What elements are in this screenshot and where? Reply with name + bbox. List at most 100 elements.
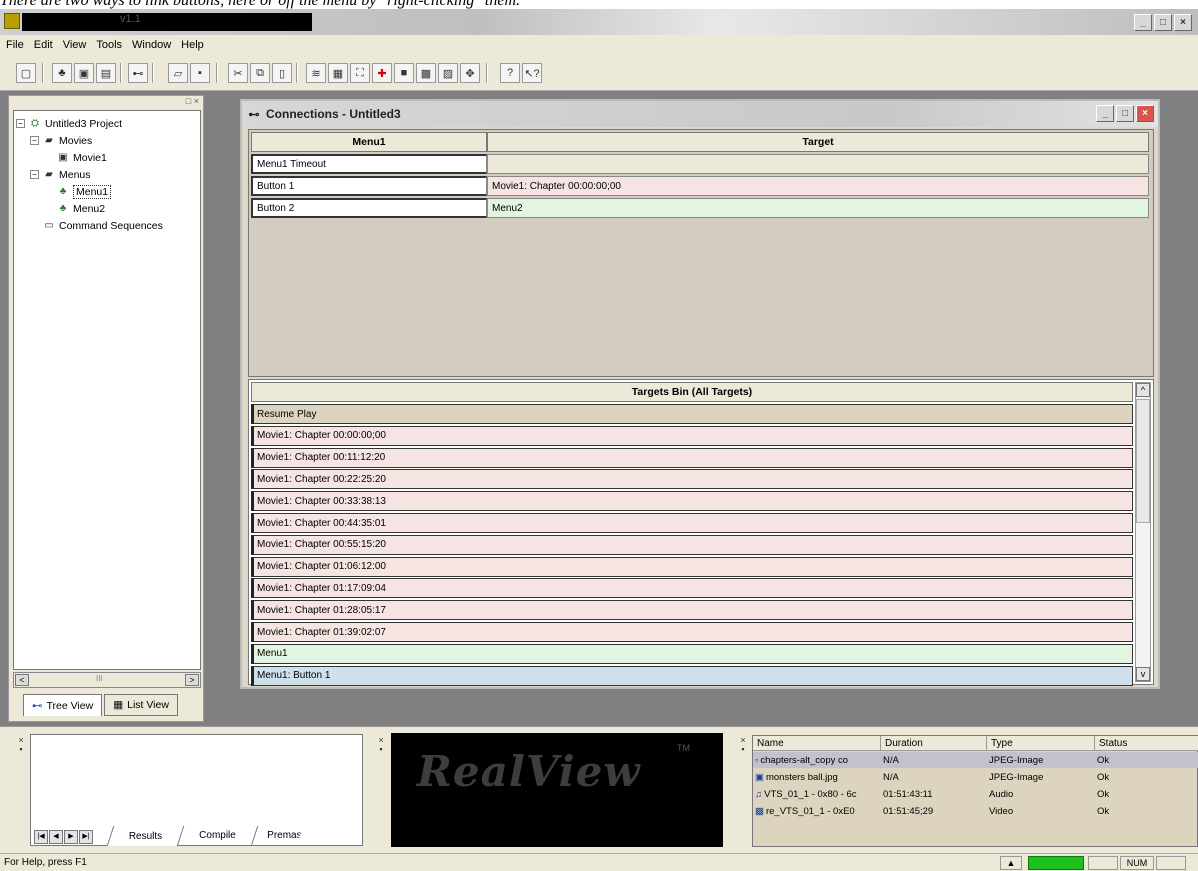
horizontal-scrollbar[interactable]: < III > bbox=[13, 672, 201, 688]
target-bin-item[interactable]: Movie1: Chapter 00:00:00;00 bbox=[251, 425, 1133, 446]
connections-table: Menu1 Target Menu1 Timeout Button 1 Movie1… bbox=[248, 129, 1154, 377]
tab-list-view[interactable]: ▦ List View bbox=[104, 694, 178, 716]
scroll-left-arrow[interactable]: < bbox=[15, 674, 29, 686]
scroll-up-arrow[interactable]: ^ bbox=[1136, 383, 1150, 397]
tree-item[interactable]: ▣ Movie1 bbox=[16, 149, 198, 166]
target-bin-item[interactable]: Resume Play bbox=[251, 404, 1133, 424]
connection-row[interactable]: Button 1 Movie1: Chapter 00:00:00;00 bbox=[251, 176, 1149, 196]
column-header-duration[interactable]: Duration bbox=[881, 736, 987, 751]
connection-source[interactable]: Button 2 bbox=[251, 198, 487, 218]
menu-edit[interactable]: Edit bbox=[34, 39, 53, 51]
connections-minimize-button[interactable]: _ bbox=[1096, 105, 1114, 122]
menu-window[interactable]: Window bbox=[132, 39, 171, 51]
last-tab-button[interactable]: ▶| bbox=[79, 830, 93, 844]
prev-tab-button[interactable]: ◀ bbox=[49, 830, 63, 844]
first-tab-button[interactable]: |◀ bbox=[34, 830, 48, 844]
scroll-thumb[interactable]: III bbox=[96, 674, 103, 683]
target-bin-item[interactable]: Menu1: Button 1 bbox=[251, 665, 1133, 686]
asset-row[interactable]: ♫ VTS_01_1 - 0x80 - 6c 01:51:43:11 Audio Ok bbox=[753, 786, 1198, 802]
column-header-name[interactable]: Name bbox=[753, 736, 881, 751]
target-bin-item[interactable]: Movie1: Chapter 00:11:12:20 bbox=[251, 447, 1133, 468]
add-slideshow-icon[interactable]: ▤ bbox=[96, 63, 116, 83]
status-num: NUM bbox=[1120, 856, 1154, 870]
tab-premaster[interactable]: Premaster bbox=[250, 826, 304, 846]
scroll-thumb[interactable] bbox=[1136, 399, 1150, 523]
column-header-status[interactable]: Status bbox=[1095, 736, 1198, 751]
connection-row[interactable]: Menu1 Timeout bbox=[251, 154, 1149, 174]
help-icon[interactable]: ? bbox=[500, 63, 520, 83]
target-bin-item[interactable]: Movie1: Chapter 01:39:02:07 bbox=[251, 622, 1133, 642]
column-header-menu[interactable]: Menu1 bbox=[251, 132, 487, 152]
expand-toggle-icon[interactable]: − bbox=[30, 136, 39, 145]
tree-item[interactable]: − ⛭ Untitled3 Project bbox=[16, 115, 198, 132]
add-movie-icon[interactable]: ▣ bbox=[74, 63, 94, 83]
video-icon[interactable]: ■ bbox=[394, 63, 414, 83]
paste-icon[interactable]: ▯ bbox=[272, 63, 292, 83]
column-header-type[interactable]: Type bbox=[987, 736, 1095, 751]
results-pin-icon[interactable]: × ▪ bbox=[16, 736, 26, 758]
close-button[interactable]: × bbox=[1174, 14, 1192, 31]
target-bin-item[interactable]: Movie1: Chapter 01:28:05:17 bbox=[251, 600, 1133, 621]
scroll-down-arrow[interactable]: v bbox=[1136, 667, 1150, 681]
connections-maximize-button[interactable]: □ bbox=[1116, 105, 1134, 122]
assets-pin-icon[interactable]: × ▪ bbox=[738, 736, 748, 758]
tab-tree-view-label: Tree View bbox=[46, 699, 94, 712]
target-bin-item[interactable]: Menu1 bbox=[251, 643, 1133, 664]
expand-toggle-icon[interactable]: − bbox=[30, 170, 39, 179]
tree-item[interactable]: ♣ Menu2 bbox=[16, 200, 198, 217]
panel-controls[interactable]: □ × bbox=[9, 96, 203, 110]
target-bin-item[interactable]: Movie1: Chapter 00:44:35:01 bbox=[251, 513, 1133, 533]
asset-row[interactable]: ▫ chapters-alt_copy co N/A JPEG-Image Ok bbox=[753, 752, 1198, 768]
open-icon[interactable]: ▱ bbox=[168, 63, 188, 83]
connections-icon[interactable]: ⊷ bbox=[128, 63, 148, 83]
connection-source[interactable]: Menu1 Timeout bbox=[251, 154, 487, 174]
column-header-target[interactable]: Target bbox=[487, 132, 1149, 152]
asset-row[interactable]: ▣ monsters ball.jpg N/A JPEG-Image Ok bbox=[753, 769, 1198, 785]
next-tab-button[interactable]: ▶ bbox=[64, 830, 78, 844]
link-icon[interactable]: ✚ bbox=[372, 63, 392, 83]
compile-icon[interactable]: ▨ bbox=[438, 63, 458, 83]
tree-item[interactable]: ♣ Menu1 bbox=[16, 183, 198, 200]
tree-item[interactable]: − ▰ Movies bbox=[16, 132, 198, 149]
maximize-button[interactable]: □ bbox=[1154, 14, 1172, 31]
copy-icon[interactable]: ⧉ bbox=[250, 63, 270, 83]
target-bin-item[interactable]: Movie1: Chapter 00:33:38:13 bbox=[251, 491, 1133, 512]
preview-icon[interactable]: ▩ bbox=[416, 63, 436, 83]
snap-icon[interactable]: ≋ bbox=[306, 63, 326, 83]
tab-tree-view[interactable]: ⊷ Tree View bbox=[23, 694, 103, 716]
target-bin-item[interactable]: Movie1: Chapter 00:55:15:20 bbox=[251, 534, 1133, 555]
connection-source[interactable]: Button 1 bbox=[251, 176, 487, 196]
menu-tools[interactable]: Tools bbox=[96, 39, 122, 51]
move-icon[interactable]: ✥ bbox=[460, 63, 480, 83]
new-file-icon[interactable]: ▢ bbox=[16, 63, 36, 83]
tab-results[interactable]: Results bbox=[106, 826, 184, 846]
trademark: TM bbox=[677, 743, 690, 753]
scroll-right-arrow[interactable]: > bbox=[185, 674, 199, 686]
menu-help[interactable]: Help bbox=[181, 39, 204, 51]
menu-view[interactable]: View bbox=[63, 39, 87, 51]
target-bin-item[interactable]: Movie1: Chapter 01:06:12:00 bbox=[251, 556, 1133, 577]
targets-bin-scrollbar[interactable]: ^ v bbox=[1135, 382, 1151, 682]
connections-close-button[interactable]: × bbox=[1136, 105, 1154, 122]
asset-row[interactable]: ▩ re_VTS_01_1 - 0xE0 01:51:45;29 Video Ok bbox=[753, 803, 1198, 819]
grid-icon[interactable]: ▦ bbox=[328, 63, 348, 83]
target-bin-item[interactable]: Movie1: Chapter 01:17:09:04 bbox=[251, 578, 1133, 599]
app-title-bar: v1.1 _ □ × bbox=[0, 9, 1198, 35]
cut-icon[interactable]: ✂ bbox=[228, 63, 248, 83]
add-menu-icon[interactable]: ♣ bbox=[52, 63, 72, 83]
minimize-button[interactable]: _ bbox=[1134, 14, 1152, 31]
tree-item[interactable]: ▭ Command Sequences bbox=[16, 217, 198, 234]
menu-file[interactable]: File bbox=[6, 39, 24, 51]
preview-pin-icon[interactable]: × ▪ bbox=[376, 736, 386, 758]
expand-toggle-icon[interactable]: − bbox=[16, 119, 25, 128]
connection-target[interactable] bbox=[487, 154, 1149, 174]
save-icon[interactable]: ▪ bbox=[190, 63, 210, 83]
target-bin-item[interactable]: Movie1: Chapter 00:22:25:20 bbox=[251, 469, 1133, 490]
connection-target[interactable]: Movie1: Chapter 00:00:00;00 bbox=[487, 176, 1149, 196]
tab-compile[interactable]: Compile bbox=[177, 826, 258, 846]
connection-target[interactable]: Menu2 bbox=[487, 198, 1149, 218]
tree-item[interactable]: − ▰ Menus bbox=[16, 166, 198, 183]
zoom-icon[interactable]: ⛶ bbox=[350, 63, 370, 83]
connection-row[interactable]: Button 2 Menu2 bbox=[251, 198, 1149, 218]
context-help-icon[interactable]: ↖? bbox=[522, 63, 542, 83]
